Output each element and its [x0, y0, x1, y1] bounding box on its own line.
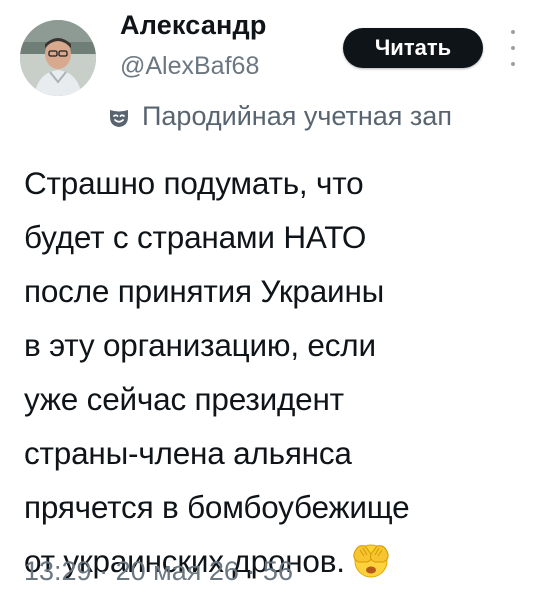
follow-button[interactable]: Читать [343, 28, 483, 68]
parody-label-text: Пародийная учетная зап [142, 100, 452, 131]
author-name[interactable]: Александр [120, 10, 267, 41]
tweet-line: Страшно подумать, что [24, 165, 364, 201]
meta-separator: · [99, 556, 109, 586]
tweet-line: страны-члена альянса [24, 435, 352, 471]
tweet-line: в эту организацию, если [24, 327, 376, 363]
face-with-hand-over-eyes-emoji [351, 540, 391, 580]
views-count[interactable]: 56 [263, 556, 293, 586]
tweet-line: прячется в бомбоубежище [24, 489, 410, 525]
tweet-time[interactable]: 13:29 [24, 556, 92, 586]
author-handle[interactable]: @AlexBaf68 [120, 52, 259, 81]
parody-mask-icon [108, 105, 130, 127]
avatar[interactable] [20, 20, 96, 96]
more-options-icon[interactable] [506, 30, 520, 66]
parody-label: Пародийная учетная зап [108, 96, 452, 136]
tweet-meta: 13:29 · 20 мая 26 · 56 [24, 556, 293, 587]
tweet-line: после принятия Украины [24, 273, 385, 309]
user-avatar-photo [20, 20, 96, 96]
tweet-text: Страшно подумать, что будет с странами Н… [24, 156, 536, 588]
tweet-line: будет с странами НАТО [24, 219, 367, 255]
tweet-line: уже сейчас президент [24, 381, 344, 417]
meta-separator: · [246, 556, 256, 586]
tweet-date[interactable]: 20 мая 26 [116, 556, 239, 586]
